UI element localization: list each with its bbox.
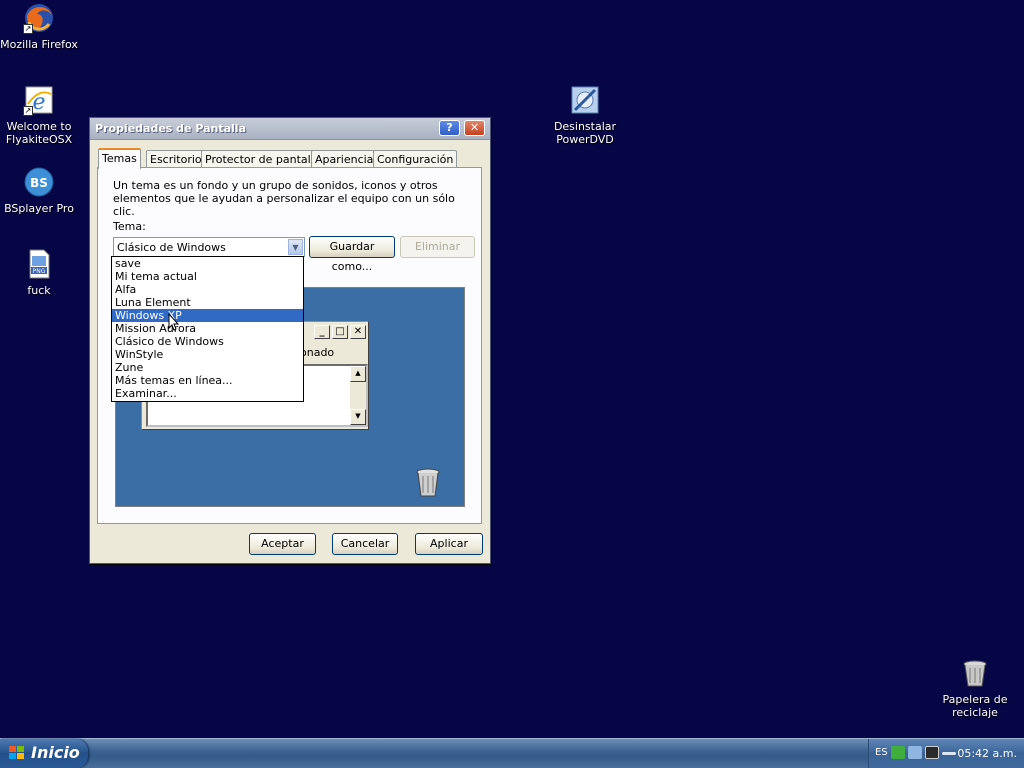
close-button[interactable]: ✕ (464, 120, 485, 136)
chevron-down-icon[interactable]: ▼ (288, 239, 303, 255)
apply-button[interactable]: Aplicar (415, 533, 483, 555)
desktop-icon-welcome[interactable]: e ↗ Welcome to FlyakiteOSX (0, 84, 81, 146)
bs-badge-text: BS (30, 176, 48, 190)
desktop-icon-label: Welcome to FlyakiteOSX (5, 120, 73, 146)
help-button[interactable]: ? (439, 120, 460, 136)
tab-apariencia[interactable]: Apariencia (311, 150, 378, 168)
dropdown-item[interactable]: Examinar... (112, 387, 303, 400)
desktop-icon-png-file[interactable]: PNG fuck (0, 248, 81, 297)
cancel-button[interactable]: Cancelar (332, 533, 398, 555)
uninstall-powerdvd-icon (569, 84, 601, 116)
desktop-icon-firefox[interactable]: ↗ Mozilla Firefox (0, 2, 81, 51)
dropdown-item-selected[interactable]: Windows XP (112, 309, 303, 322)
desktop-icon-label: Papelera de reciclaje (942, 693, 1008, 719)
dialog-title: Propiedades de Pantalla (95, 122, 246, 135)
scroll-up-icon: ▲ (350, 366, 366, 382)
tab-protector-de-pantalla[interactable]: Protector de pantalla (201, 150, 325, 168)
theme-combobox[interactable]: Clásico de Windows ▼ (113, 237, 305, 257)
dropdown-item[interactable]: Clásico de Windows (112, 335, 303, 348)
desktop-icon-label: Mozilla Firefox (0, 38, 78, 51)
theme-combobox-value: Clásico de Windows (117, 241, 226, 254)
firefox-icon: ↗ (23, 2, 55, 34)
shield-icon[interactable] (891, 746, 905, 759)
language-indicator[interactable]: ES (875, 747, 888, 758)
network-icon[interactable] (908, 746, 922, 759)
preview-recycle-bin-icon (414, 466, 442, 498)
desktop-icon-recycle-bin[interactable]: Papelera de reciclaje (933, 657, 1017, 719)
taskbar: Inicio ES 05:42 a.m. (0, 738, 1024, 768)
volume-icon[interactable] (942, 752, 956, 755)
png-file-icon: PNG (23, 248, 55, 280)
preview-partial-text: onado (300, 346, 335, 359)
desktop-icon-bsplayer[interactable]: BS BSplayer Pro (0, 166, 81, 215)
tema-label: Tema: (113, 220, 146, 233)
theme-description: Un tema es un fondo y un grupo de sonido… (113, 179, 455, 218)
theme-dropdown-list: save Mi tema actual Alfa Luna Element Wi… (111, 256, 304, 402)
preview-scrollbar: ▲ ▼ (350, 366, 366, 425)
png-badge-text: PNG (33, 268, 46, 275)
scroll-down-icon: ▼ (350, 409, 366, 425)
ok-button[interactable]: Aceptar (249, 533, 316, 555)
recycle-bin-icon (959, 657, 991, 689)
maximize-icon: □ (332, 325, 348, 339)
dropdown-item[interactable]: Mission Aurora (112, 322, 303, 335)
mouse-pointer-icon (168, 312, 180, 334)
tab-temas[interactable]: Temas (98, 148, 141, 169)
desktop-icon-label: BSplayer Pro (4, 202, 74, 215)
dropdown-item[interactable]: Zune (112, 361, 303, 374)
dropdown-item[interactable]: save (112, 257, 303, 270)
dropdown-item[interactable]: Luna Element (112, 296, 303, 309)
clock[interactable]: 05:42 a.m. (957, 747, 1017, 760)
start-label: Inicio (31, 743, 80, 762)
tab-configuracion[interactable]: Configuración (373, 150, 458, 168)
dropdown-item[interactable]: Mi tema actual (112, 270, 303, 283)
tab-escritorio[interactable]: Escritorio (146, 150, 206, 168)
close-icon: ✕ (350, 325, 366, 339)
dropdown-item[interactable]: Alfa (112, 283, 303, 296)
bsplayer-icon: BS (23, 166, 55, 198)
system-tray: ES 05:42 a.m. (868, 739, 1024, 768)
save-as-button[interactable]: Guardar como... (309, 236, 395, 273)
desktop-icon-label: Desinstalar PowerDVD (553, 120, 617, 146)
battery-icon[interactable] (925, 746, 939, 759)
dropdown-item[interactable]: WinStyle (112, 348, 303, 361)
internet-explorer-icon: e ↗ (23, 84, 55, 116)
minimize-icon: _ (314, 325, 330, 339)
start-button[interactable]: Inicio (0, 739, 88, 768)
delete-button[interactable]: Eliminar (400, 236, 475, 258)
desktop-icon-powerdvd[interactable]: Desinstalar PowerDVD (543, 84, 627, 146)
windows-logo-icon (9, 746, 25, 760)
dropdown-item[interactable]: Más temas en línea... (112, 374, 303, 387)
desktop-icon-label: fuck (27, 284, 51, 297)
dialog-titlebar[interactable]: Propiedades de Pantalla ? ✕ (90, 118, 490, 140)
